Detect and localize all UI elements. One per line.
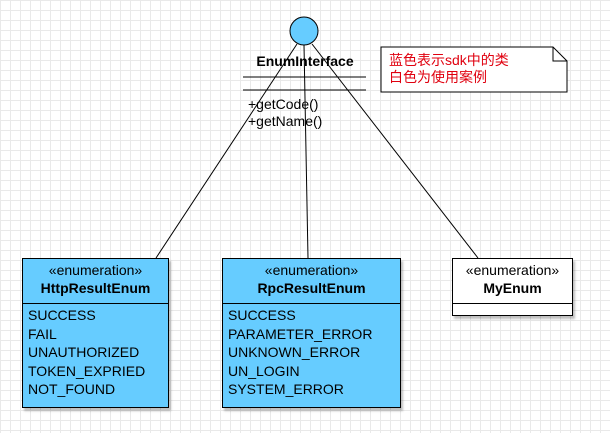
class-stereotype: «enumeration» <box>465 262 560 278</box>
enum-literal: UNKNOWN_ERROR <box>228 344 361 360</box>
enum-literal: FAIL <box>28 325 57 342</box>
enum-literal: UN_LOGIN <box>228 362 300 379</box>
enum-literal: SUCCESS <box>228 307 296 323</box>
class-http-result-enum[interactable]: «enumeration» HttpResultEnum SUCCESS FAI… <box>22 258 169 408</box>
class-my-enum[interactable]: «enumeration» MyEnum <box>452 258 573 316</box>
class-header: «enumeration» HttpResultEnum <box>23 259 168 304</box>
enum-literal: PARAMETER_ERROR <box>228 325 373 342</box>
note-line: 蓝色表示sdk中的类 <box>389 52 509 68</box>
interface-method: +getCode() <box>248 96 319 112</box>
note-text: 蓝色表示sdk中的类 白色为使用案例 <box>389 52 509 86</box>
class-header: «enumeration» RpcResultEnum <box>223 259 400 304</box>
class-name: RpcResultEnum <box>257 280 366 296</box>
class-literals: SUCCESS FAIL UNAUTHORIZED TOKEN_EXPRIED … <box>23 304 168 399</box>
enum-literal: TOKEN_EXPRIED <box>28 362 146 379</box>
enum-literal: SUCCESS <box>28 307 96 323</box>
interface-methods: +getCode() +getName() <box>248 96 322 130</box>
enum-literal: SYSTEM_ERROR <box>228 381 344 397</box>
interface-name[interactable]: EnumInterface <box>230 53 380 69</box>
class-stereotype: «enumeration» <box>264 262 359 278</box>
class-name: HttpResultEnum <box>40 280 151 296</box>
enum-literal: UNAUTHORIZED <box>28 344 140 360</box>
realization-line-http <box>155 43 298 259</box>
interface-lollipop-icon[interactable] <box>289 16 319 46</box>
class-header: «enumeration» MyEnum <box>453 259 572 304</box>
class-stereotype: «enumeration» <box>48 262 143 278</box>
interface-method: +getName() <box>248 113 323 129</box>
class-literals: SUCCESS PARAMETER_ERROR UNKNOWN_ERROR UN… <box>223 304 400 399</box>
class-name: MyEnum <box>483 280 542 296</box>
note-line: 白色为使用案例 <box>389 69 487 85</box>
class-rpc-result-enum[interactable]: «enumeration» RpcResultEnum SUCCESS PARA… <box>222 258 401 408</box>
enum-literal: NOT_FOUND <box>28 381 116 397</box>
